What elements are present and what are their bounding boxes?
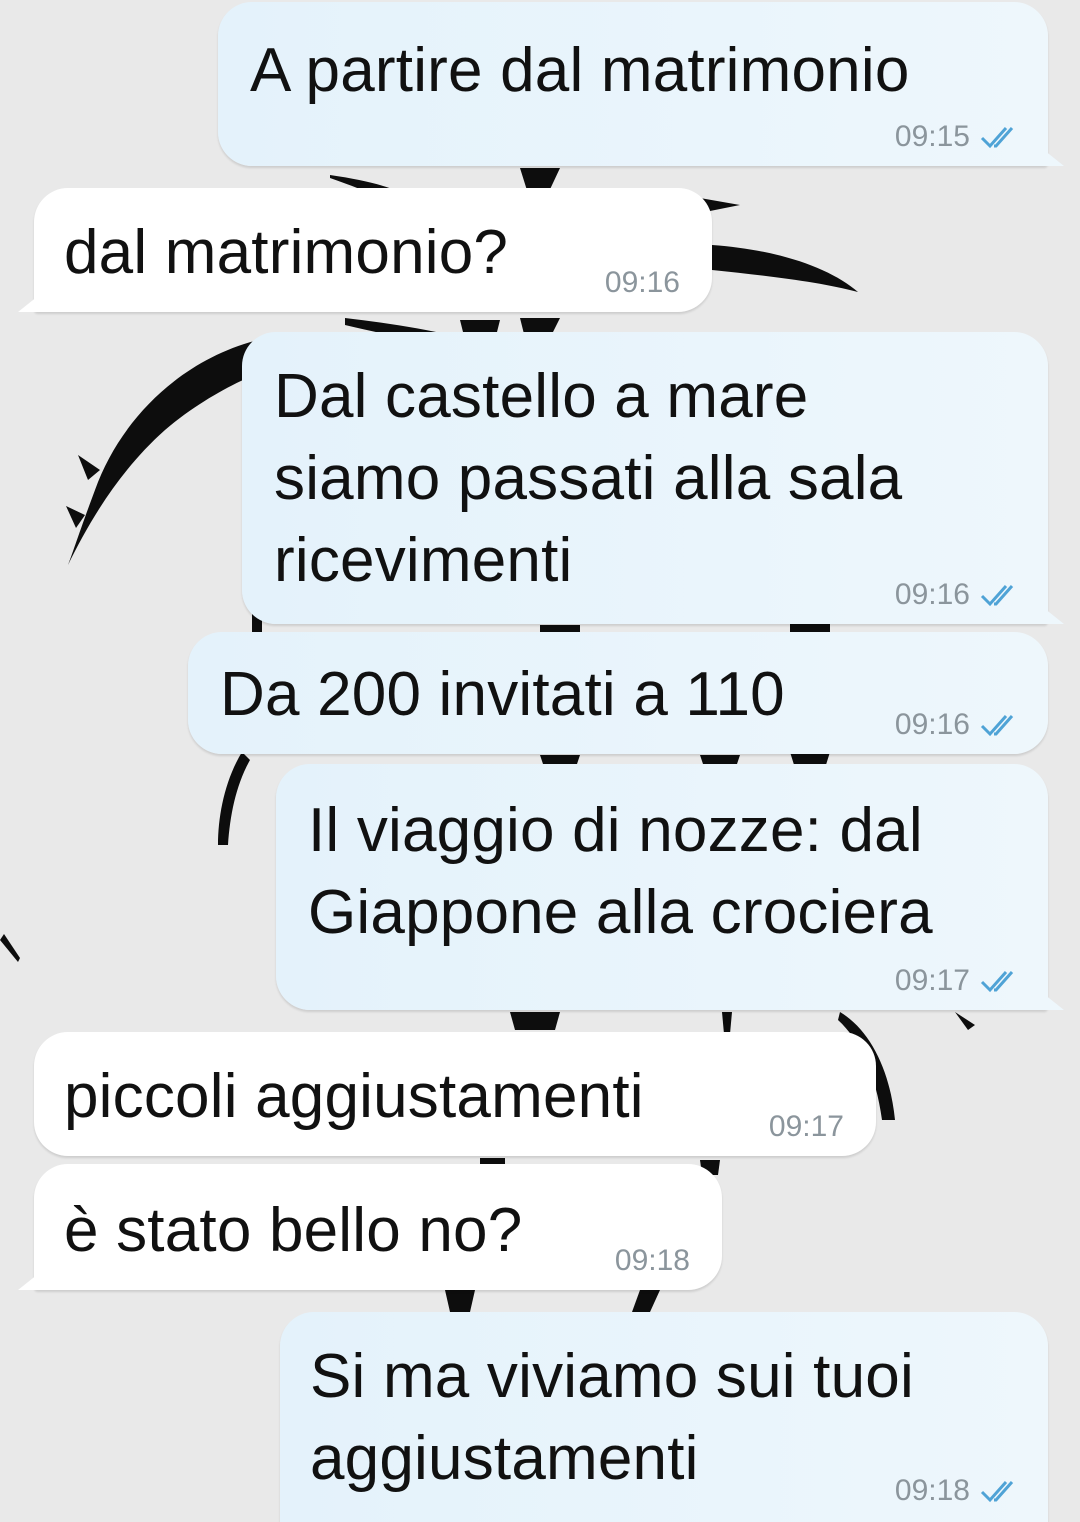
message-bubble-outgoing[interactable]: Il viaggio di nozze: dal Giappone alla c… (276, 764, 1064, 1010)
message-meta: 09:15 (895, 120, 1026, 154)
message-meta: 09:16 (895, 578, 1026, 612)
message-meta: 09:17 (895, 964, 1026, 998)
double-tick-read-icon (980, 1481, 1014, 1503)
message-text: piccoli aggiustamenti (64, 1062, 644, 1131)
message-meta: 09:18 (615, 1244, 690, 1278)
message-bubble-incoming[interactable]: dal matrimonio? 09:16 (18, 188, 712, 312)
message-bubble-outgoing[interactable]: Da 200 invitati a 110 09:16 (188, 632, 1048, 754)
message-timestamp: 09:17 (894, 964, 970, 997)
message-meta: 09:16 (605, 266, 680, 300)
message-bubble-outgoing[interactable]: A partire dal matrimonio 09:15 (218, 2, 1064, 166)
message-timestamp: 09:16 (894, 708, 970, 741)
message-bubble-outgoing[interactable]: Si ma viviamo sui tuoi aggiustamenti 09:… (280, 1312, 1048, 1522)
message-text: è stato bello no? (64, 1196, 523, 1265)
double-tick-read-icon (980, 127, 1014, 149)
message-timestamp: 09:17 (768, 1110, 844, 1143)
message-meta: 09:18 (895, 1474, 1026, 1508)
message-text: Da 200 invitati a 110 (220, 660, 785, 729)
message-timestamp: 09:15 (894, 120, 970, 153)
message-text: Dal castello a mare siamo passati alla s… (274, 362, 903, 595)
message-text: Si ma viviamo sui tuoi aggiustamenti (310, 1342, 914, 1493)
double-tick-read-icon (980, 971, 1014, 993)
message-timestamp: 09:16 (894, 578, 970, 611)
double-tick-read-icon (980, 715, 1014, 737)
double-tick-read-icon (980, 585, 1014, 607)
message-bubble-incoming[interactable]: è stato bello no? 09:18 (18, 1164, 722, 1290)
message-timestamp: 09:18 (614, 1244, 690, 1277)
message-timestamp: 09:16 (604, 266, 680, 299)
message-meta: 09:17 (769, 1110, 844, 1144)
message-bubble-outgoing[interactable]: Dal castello a mare siamo passati alla s… (242, 332, 1064, 624)
message-text: A partire dal matrimonio (250, 36, 910, 105)
message-text: Il viaggio di nozze: dal Giappone alla c… (308, 796, 933, 947)
message-meta: 09:16 (895, 708, 1026, 742)
message-text: dal matrimonio? (64, 218, 509, 287)
message-bubble-incoming[interactable]: piccoli aggiustamenti 09:17 (34, 1032, 876, 1156)
message-timestamp: 09:18 (894, 1474, 970, 1507)
